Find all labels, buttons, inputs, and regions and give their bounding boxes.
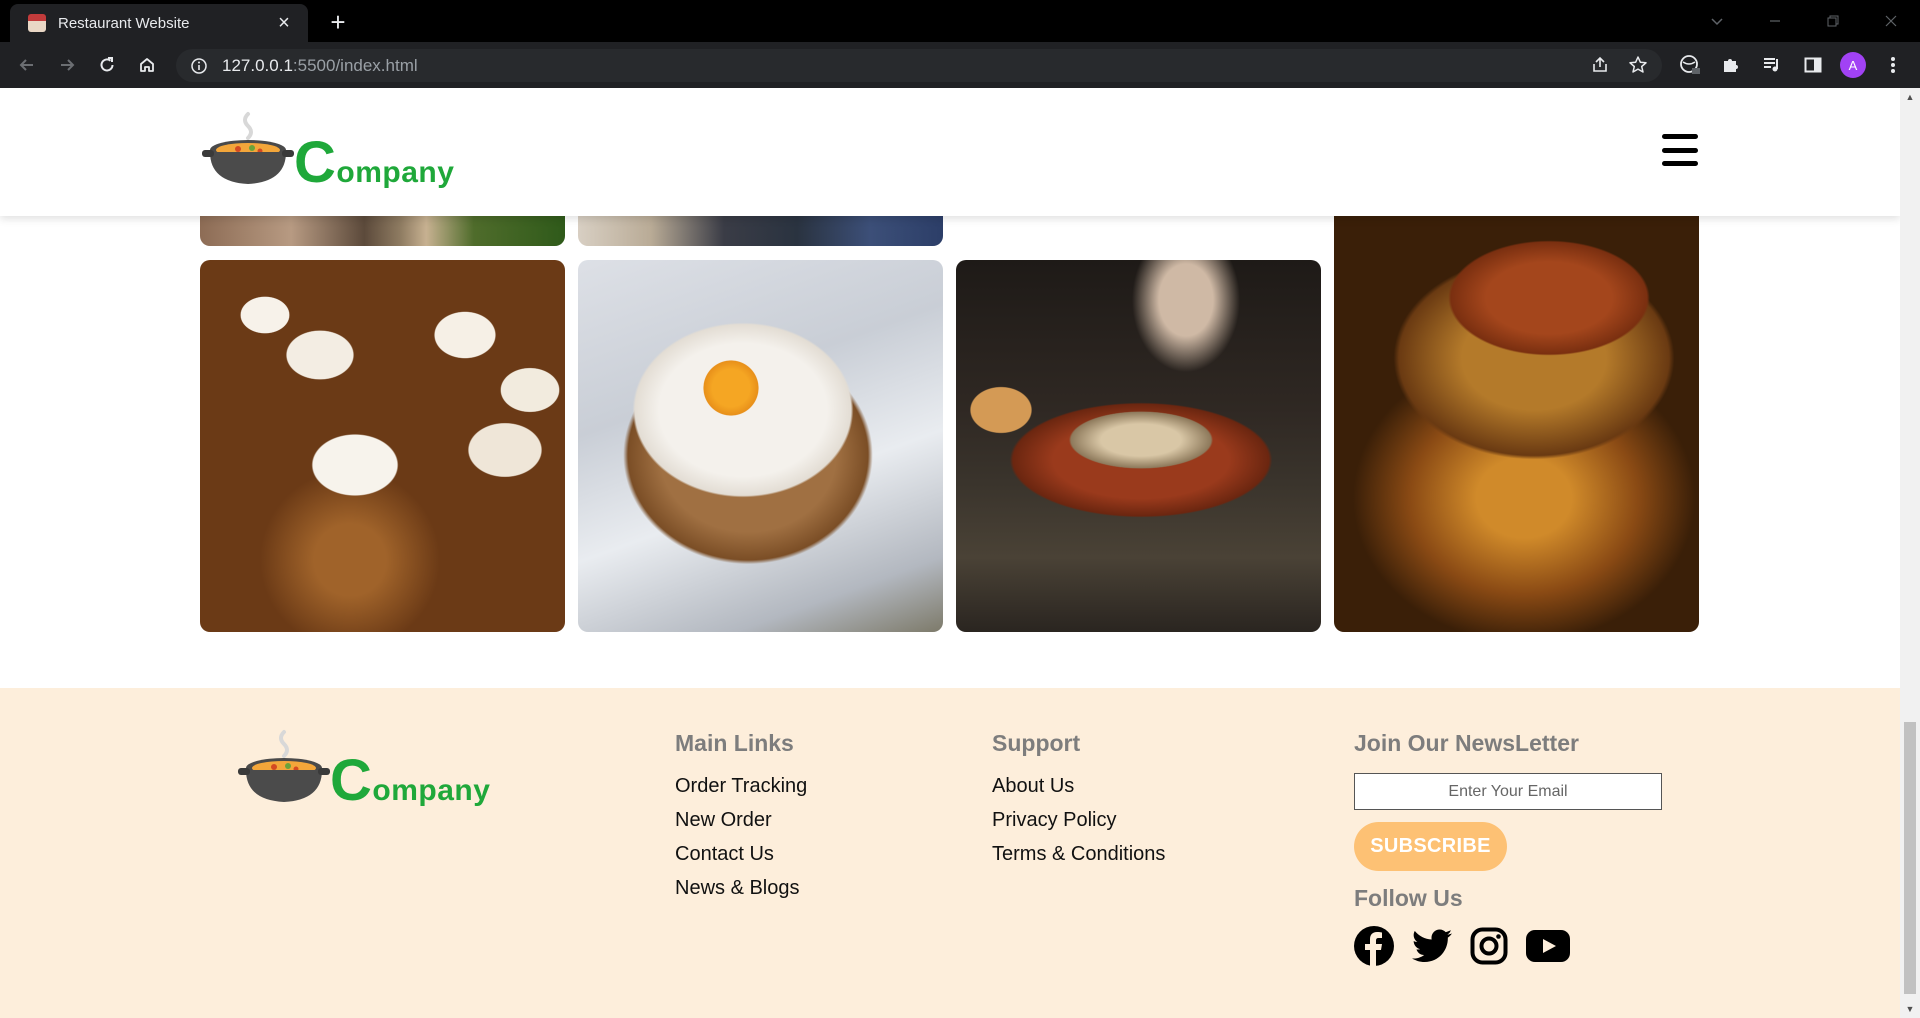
newsletter-heading: Join Our NewsLetter	[1354, 730, 1579, 756]
cooking-pot-logo-icon	[202, 112, 294, 184]
page-viewport: Company Company Main Links Order Trackin…	[0, 88, 1900, 1018]
minimize-icon[interactable]	[1746, 0, 1804, 42]
facebook-icon[interactable]	[1354, 926, 1394, 966]
link-news-blogs[interactable]: News & Blogs	[675, 871, 807, 905]
scroll-up-arrow-icon[interactable]: ▲	[1905, 92, 1915, 102]
subscribe-button[interactable]: SUBSCRIBE	[1354, 822, 1507, 871]
url-host: 127.0.0.1	[222, 55, 293, 75]
extension-globe-icon[interactable]	[1676, 51, 1704, 79]
site-info-icon[interactable]	[190, 57, 208, 75]
browser-tab-strip: Restaurant Website × +	[0, 0, 1920, 42]
gallery-image-egg-toast	[578, 260, 943, 632]
url-path: :5500/index.html	[292, 55, 418, 75]
page-scrollbar[interactable]: ▲ ▼	[1900, 88, 1920, 1018]
restaurant-favicon-icon	[28, 14, 46, 32]
scroll-down-arrow-icon[interactable]: ▼	[1905, 1004, 1915, 1014]
address-bar[interactable]: 127.0.0.1:5500/index.html	[176, 49, 1662, 82]
link-about-us[interactable]: About Us	[992, 769, 1165, 803]
back-icon[interactable]	[13, 51, 41, 79]
header-logo[interactable]: Company	[202, 110, 455, 195]
extensions-puzzle-icon[interactable]	[1717, 51, 1745, 79]
main-links-heading: Main Links	[675, 730, 794, 756]
close-window-icon[interactable]	[1862, 0, 1920, 42]
browser-tab[interactable]: Restaurant Website ×	[10, 4, 308, 42]
youtube-icon[interactable]	[1526, 930, 1570, 962]
profile-avatar[interactable]: A	[1840, 52, 1866, 78]
gallery-image-sizzler-plate	[956, 260, 1321, 632]
close-tab-icon[interactable]: ×	[272, 11, 296, 35]
link-terms-conditions[interactable]: Terms & Conditions	[992, 837, 1165, 871]
tab-title: Restaurant Website	[58, 14, 190, 32]
home-icon[interactable]	[133, 51, 161, 79]
restore-icon[interactable]	[1804, 0, 1862, 42]
tab-search-icon[interactable]	[1688, 0, 1746, 42]
new-tab-button[interactable]: +	[324, 8, 352, 36]
logo-wordmark: Company	[330, 748, 491, 813]
bookmark-star-icon[interactable]	[1628, 55, 1648, 80]
main-links-column: Main Links Order Tracking New Order Cont…	[675, 730, 807, 905]
email-input[interactable]	[1354, 773, 1662, 810]
support-column: Support About Us Privacy Policy Terms & …	[992, 730, 1165, 871]
follow-us-heading: Follow Us	[1354, 885, 1463, 911]
link-new-order[interactable]: New Order	[675, 803, 807, 837]
site-footer: Company Main Links Order Tracking New Or…	[0, 688, 1900, 1018]
side-panel-icon[interactable]	[1799, 51, 1827, 79]
share-icon[interactable]	[1590, 55, 1610, 80]
gallery-image-cupcakes	[200, 260, 565, 632]
window-controls	[1688, 0, 1920, 42]
menu-kebab-icon[interactable]	[1879, 51, 1907, 79]
newsletter-column: Join Our NewsLetter SUBSCRIBE Follow Us	[1354, 730, 1662, 966]
logo-wordmark: Company	[294, 130, 455, 195]
media-queue-icon[interactable]	[1758, 51, 1786, 79]
browser-toolbar: 127.0.0.1:5500/index.html A	[0, 42, 1920, 88]
support-heading: Support	[992, 730, 1081, 756]
link-order-tracking[interactable]: Order Tracking	[675, 769, 807, 803]
link-privacy-policy[interactable]: Privacy Policy	[992, 803, 1165, 837]
social-icons	[1354, 926, 1662, 966]
hamburger-menu-icon[interactable]	[1662, 134, 1698, 166]
gallery-image-curry-pot	[1334, 168, 1699, 632]
cooking-pot-logo-icon	[238, 730, 330, 802]
twitter-icon[interactable]	[1412, 928, 1452, 964]
footer-logo[interactable]: Company	[238, 728, 491, 813]
site-header: Company	[0, 88, 1900, 216]
instagram-icon[interactable]	[1470, 927, 1508, 965]
reload-icon[interactable]	[93, 51, 121, 79]
link-contact-us[interactable]: Contact Us	[675, 837, 807, 871]
scrollbar-thumb[interactable]	[1904, 722, 1916, 994]
forward-icon[interactable]	[53, 51, 81, 79]
